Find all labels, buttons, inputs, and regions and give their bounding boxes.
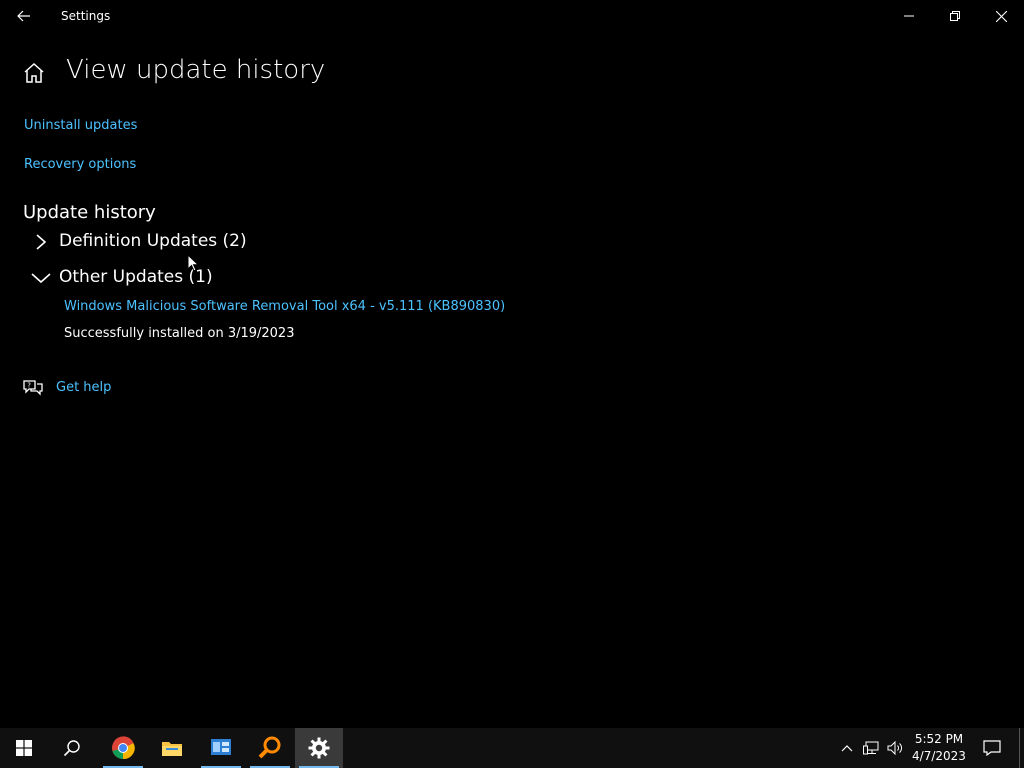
update-history-heading: Update history — [23, 202, 156, 223]
restore-icon — [950, 11, 960, 21]
file-explorer-icon — [162, 742, 182, 756]
minimize-icon — [904, 15, 914, 17]
action-center-button[interactable] — [976, 728, 1008, 768]
other-updates-group[interactable]: Other Updates (1) — [30, 264, 270, 292]
magnifier-app-icon — [258, 736, 281, 759]
back-arrow-icon — [17, 10, 30, 22]
taskbar: 5:52 PM 4/7/2023 — [0, 728, 1024, 768]
restore-button[interactable] — [932, 0, 978, 32]
search-button[interactable] — [48, 728, 96, 768]
page-title: View update history — [66, 55, 326, 85]
start-button[interactable] — [0, 728, 48, 768]
get-help-link[interactable]: Get help — [56, 380, 111, 395]
volume-tray-button[interactable] — [884, 728, 906, 768]
control-panel-taskbar-button[interactable] — [197, 728, 245, 768]
settings-gear-icon — [308, 737, 330, 759]
chevron-up-icon — [841, 745, 853, 752]
show-desktop-button[interactable] — [1019, 728, 1020, 768]
network-icon — [863, 741, 879, 755]
title-bar: Settings — [0, 0, 1024, 32]
minimize-button[interactable] — [886, 0, 932, 32]
home-icon[interactable] — [22, 62, 46, 84]
update-item-status: Successfully installed on 3/19/2023 — [64, 326, 295, 341]
back-button[interactable] — [8, 4, 40, 28]
get-help-icon: ? — [22, 378, 44, 398]
definition-updates-group[interactable]: Definition Updates (2) — [30, 228, 270, 256]
taskbar-clock[interactable]: 5:52 PM 4/7/2023 — [906, 731, 972, 765]
windows-start-icon — [16, 740, 32, 756]
clock-time: 5:52 PM — [914, 732, 964, 746]
group-label: Definition Updates (2) — [59, 231, 247, 251]
chrome-icon — [112, 736, 135, 760]
window-title: Settings — [61, 9, 111, 23]
recovery-options-link[interactable]: Recovery options — [24, 157, 136, 172]
clock-date: 4/7/2023 — [912, 749, 966, 763]
close-button[interactable] — [978, 0, 1024, 32]
search-icon — [63, 740, 80, 757]
mouse-cursor-icon — [187, 253, 200, 272]
chevron-right-icon — [30, 231, 52, 253]
settings-taskbar-button[interactable] — [295, 728, 343, 768]
show-hidden-icons-button[interactable] — [836, 728, 858, 768]
file-explorer-taskbar-button[interactable] — [148, 728, 196, 768]
control-panel-icon — [211, 739, 231, 755]
notification-icon — [983, 740, 1001, 756]
close-icon — [995, 10, 1007, 22]
update-item-link[interactable]: Windows Malicious Software Removal Tool … — [64, 299, 505, 314]
volume-icon — [887, 741, 902, 755]
network-tray-button[interactable] — [860, 728, 882, 768]
chevron-down-icon — [30, 267, 52, 289]
magnifier-app-taskbar-button[interactable] — [246, 728, 294, 768]
chrome-taskbar-button[interactable] — [99, 728, 147, 768]
uninstall-updates-link[interactable]: Uninstall updates — [24, 118, 137, 133]
svg-text:?: ? — [27, 382, 31, 390]
